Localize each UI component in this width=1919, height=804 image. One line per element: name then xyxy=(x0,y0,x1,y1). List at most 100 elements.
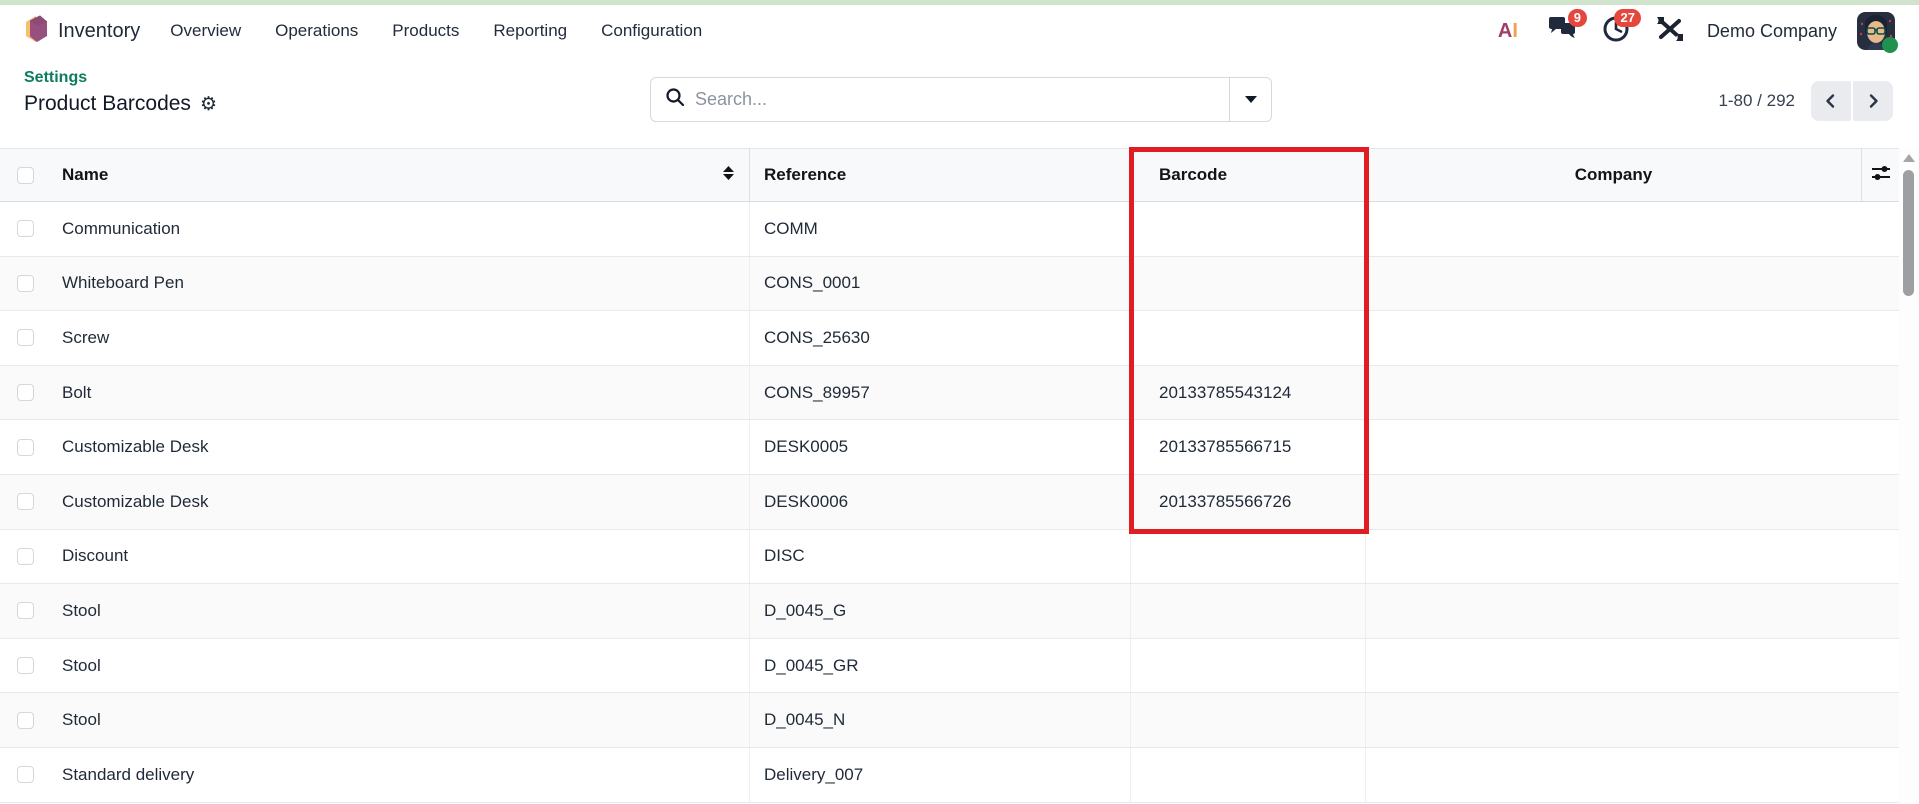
nav-item-operations[interactable]: Operations xyxy=(273,17,360,45)
ai-button[interactable]: AI xyxy=(1491,16,1525,46)
search-input[interactable] xyxy=(695,89,1229,110)
messages-badge: 9 xyxy=(1567,9,1587,27)
sliders-icon xyxy=(1871,164,1891,187)
cell-name: Discount xyxy=(50,529,750,584)
column-header-barcode[interactable]: Barcode xyxy=(1131,149,1366,201)
table-row[interactable]: Bolt CONS_89957 20133785543124 xyxy=(0,365,1899,421)
cell-company xyxy=(1366,584,1861,638)
row-checkbox[interactable] xyxy=(16,329,34,347)
ai-icon: AI xyxy=(1497,19,1518,42)
apps-menu-button[interactable]: Inventory xyxy=(24,15,140,48)
row-checkbox[interactable] xyxy=(16,547,34,565)
table-row[interactable]: Discount DISC xyxy=(0,529,1899,585)
nav-item-products[interactable]: Products xyxy=(390,17,461,45)
company-switcher[interactable]: Demo Company xyxy=(1707,21,1837,42)
chevron-down-icon xyxy=(1244,96,1257,103)
row-checkbox[interactable] xyxy=(16,493,34,511)
select-all-checkbox[interactable] xyxy=(16,166,34,184)
cell-reference: CONS_0001 xyxy=(750,256,1131,311)
scroll-up-arrow-icon[interactable] xyxy=(1903,154,1915,162)
row-checkbox[interactable] xyxy=(16,220,34,238)
vertical-scrollbar[interactable] xyxy=(1899,148,1919,804)
cell-company xyxy=(1366,639,1861,693)
row-checkbox[interactable] xyxy=(16,274,34,292)
cell-reference: CONS_25630 xyxy=(750,311,1131,365)
cell-reference: D_0045_GR xyxy=(750,638,1131,693)
cell-company xyxy=(1366,366,1861,420)
row-checkbox[interactable] xyxy=(16,657,34,675)
cell-barcode: 20133785566715 xyxy=(1131,420,1366,474)
cell-name: Standard delivery xyxy=(50,747,750,802)
breadcrumb: Settings Product Barcodes ⚙ xyxy=(24,69,217,116)
cell-company xyxy=(1366,475,1861,529)
cell-company xyxy=(1366,530,1861,584)
table-row[interactable]: Standard delivery Delivery_007 xyxy=(0,747,1899,803)
pager: 1-80 / 292 xyxy=(1718,81,1893,121)
activities-button[interactable]: 27 xyxy=(1599,9,1641,46)
column-header-name[interactable]: Name xyxy=(50,149,750,201)
inventory-app-icon xyxy=(24,15,48,48)
messages-button[interactable]: 9 xyxy=(1545,9,1587,46)
tools-wrench-icon xyxy=(1656,16,1684,47)
table-row[interactable]: Screw CONS_25630 xyxy=(0,311,1899,366)
optional-columns-button[interactable] xyxy=(1861,149,1899,201)
table-row[interactable]: Whiteboard Pen CONS_0001 xyxy=(0,256,1899,312)
table-row[interactable]: Stool D_0045_N xyxy=(0,693,1899,748)
list-view: Name Reference Barcode Company Communica… xyxy=(0,147,1919,804)
cell-barcode xyxy=(1131,202,1366,256)
user-menu-button[interactable] xyxy=(1857,12,1898,53)
cell-barcode xyxy=(1131,638,1366,693)
page-title: Product Barcodes xyxy=(24,92,191,115)
cell-company xyxy=(1366,311,1861,365)
row-checkbox[interactable] xyxy=(16,384,34,402)
table-row[interactable]: Communication COMM xyxy=(0,202,1899,257)
scrollbar-thumb[interactable] xyxy=(1903,170,1914,296)
table-row[interactable]: Customizable Desk DESK0005 2013378556671… xyxy=(0,420,1899,475)
table-header-row: Name Reference Barcode Company xyxy=(0,148,1899,202)
cell-company xyxy=(1366,420,1861,474)
cell-reference: COMM xyxy=(750,202,1131,256)
select-all-cell xyxy=(0,149,50,201)
table-row[interactable]: Customizable Desk DESK0006 2013378556672… xyxy=(0,474,1899,530)
cell-barcode xyxy=(1131,311,1366,365)
search-dropdown-toggle[interactable] xyxy=(1229,78,1271,121)
cell-company xyxy=(1366,693,1861,747)
row-checkbox[interactable] xyxy=(16,602,34,620)
row-checkbox[interactable] xyxy=(16,766,34,784)
breadcrumb-settings-link[interactable]: Settings xyxy=(24,69,217,87)
cell-barcode xyxy=(1131,584,1366,638)
table-row[interactable]: Stool D_0045_GR xyxy=(0,638,1899,694)
action-gear-icon[interactable]: ⚙ xyxy=(200,94,217,114)
activities-badge: 27 xyxy=(1614,9,1641,27)
sort-arrows-icon xyxy=(722,165,735,186)
cell-name: Bolt xyxy=(50,365,750,420)
control-bar: Settings Product Barcodes ⚙ 1-80 / 292 xyxy=(0,57,1919,148)
cell-reference: D_0045_N xyxy=(750,693,1131,747)
cell-reference: DESK0005 xyxy=(750,420,1131,474)
nav-item-overview[interactable]: Overview xyxy=(168,17,243,45)
nav-item-reporting[interactable]: Reporting xyxy=(491,17,569,45)
cell-name: Stool xyxy=(50,638,750,693)
cell-barcode xyxy=(1131,256,1366,311)
cell-company xyxy=(1366,202,1861,256)
cell-barcode: 20133785543124 xyxy=(1131,365,1366,420)
nav-menu: Overview Operations Products Reporting Confi… xyxy=(168,17,704,45)
cell-name: Customizable Desk xyxy=(50,474,750,529)
row-checkbox[interactable] xyxy=(16,711,34,729)
cell-reference: DESK0006 xyxy=(750,474,1131,529)
nav-item-configuration[interactable]: Configuration xyxy=(599,17,704,45)
pager-next-button[interactable] xyxy=(1853,81,1893,121)
debug-tools-button[interactable] xyxy=(1653,16,1687,46)
column-header-reference[interactable]: Reference xyxy=(750,149,1131,201)
cell-name: Communication xyxy=(50,202,750,256)
column-header-company[interactable]: Company xyxy=(1366,149,1861,201)
table-body: Communication COMM Whiteboard Pen CONS_0… xyxy=(0,202,1899,803)
row-checkbox[interactable] xyxy=(16,438,34,456)
cell-reference: D_0045_G xyxy=(750,584,1131,638)
search-icon xyxy=(665,87,685,112)
table-row[interactable]: Stool D_0045_G xyxy=(0,584,1899,639)
app-name[interactable]: Inventory xyxy=(58,20,140,43)
search-bar xyxy=(650,77,1272,122)
pager-previous-button[interactable] xyxy=(1811,81,1851,121)
cell-reference: Delivery_007 xyxy=(750,747,1131,802)
